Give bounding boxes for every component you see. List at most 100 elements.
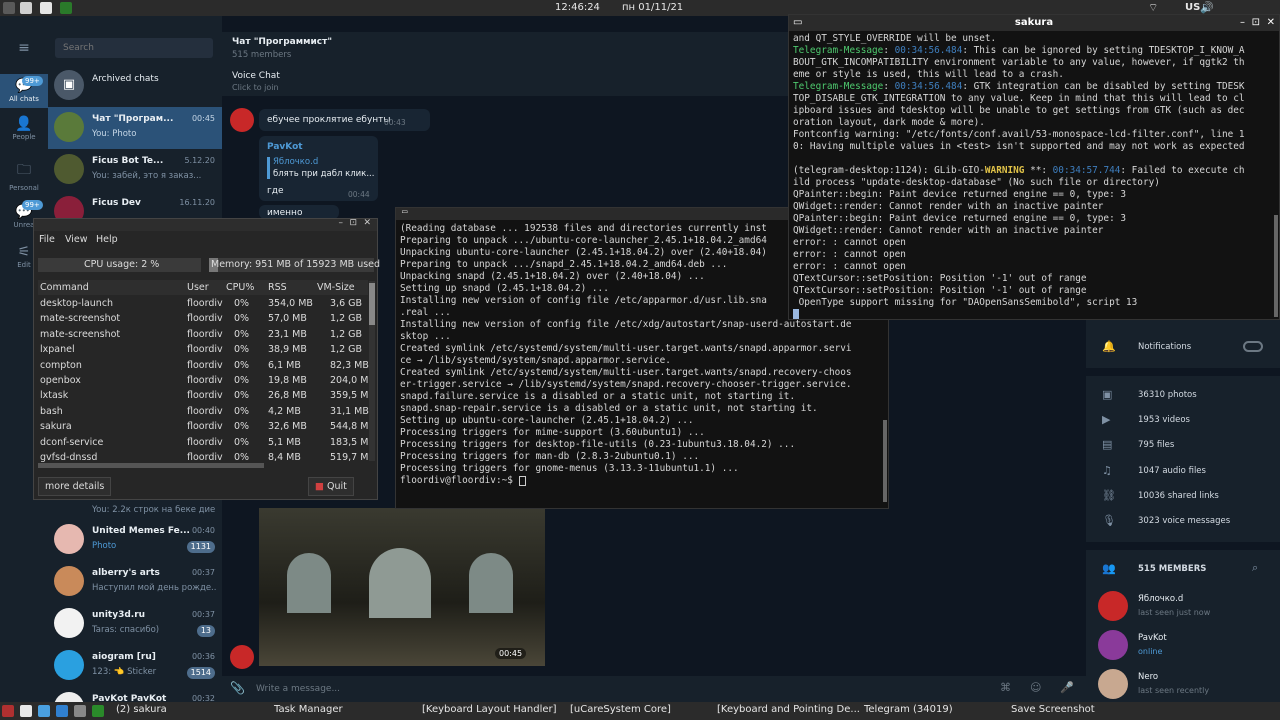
chat-item[interactable]: alberry's arts Наступил мой день рожде..… — [48, 561, 222, 603]
horizontal-scrollbar[interactable] — [38, 463, 264, 468]
task-ucare[interactable]: [uCareSystem Core] — [570, 704, 671, 715]
process-row[interactable]: mate-screenshot floordiv 0% 23,1 MB 1,2 GB — [38, 327, 368, 342]
avatar[interactable] — [230, 108, 254, 132]
terminal-output[interactable]: and QT_STYLE_OVERRIDE will be unset. Tel… — [793, 33, 1245, 323]
app-icon[interactable] — [56, 705, 68, 717]
commands-icon[interactable]: ⌘ — [1000, 681, 1011, 694]
process-row[interactable]: dconf-service floordiv 0% 5,1 MB 183,5 MB — [38, 435, 375, 450]
app-icon[interactable] — [74, 705, 86, 717]
avatar — [54, 154, 84, 184]
maximize-icon[interactable]: ⊡ — [349, 218, 357, 228]
process-cell: 1,2 GB — [330, 313, 363, 325]
task-task-manager[interactable]: Task Manager — [274, 704, 343, 715]
chat-title[interactable]: Чат "Программист" — [232, 37, 332, 47]
chat-item[interactable]: Чат "Програм... You: Photo 00:45 — [48, 107, 222, 149]
avatar[interactable] — [230, 645, 254, 669]
keyboard-layout[interactable]: US — [1185, 2, 1200, 13]
microphone-icon[interactable]: 🎤 — [1060, 681, 1074, 694]
chat-item[interactable]: PavKot PavKot 00:32 — [48, 687, 222, 702]
minimize-icon[interactable]: – — [339, 218, 344, 228]
attach-icon[interactable]: 📎 — [230, 681, 245, 695]
folder-people[interactable]: 👤 People — [0, 116, 48, 141]
terminal-prompt[interactable]: floordiv@floordiv:~$ — [400, 475, 526, 487]
process-row[interactable]: bash floordiv 0% 4,2 MB 31,1 MB — [38, 404, 369, 419]
titlebar[interactable]: sakura ▭ ✕ ⊡ – — [789, 15, 1279, 31]
hamburger-icon[interactable]: ≡ — [0, 40, 48, 56]
photo-message[interactable]: 00:45 — [259, 508, 545, 666]
message-input[interactable]: Write a message... — [256, 684, 340, 694]
process-cell: floordiv — [187, 436, 223, 448]
task-telegram[interactable]: Telegram (34019) — [864, 704, 953, 715]
avatar[interactable] — [1098, 669, 1128, 699]
task-keyboard-pointing[interactable]: [Keyboard and Pointing De... — [717, 704, 860, 715]
menu-icon[interactable] — [3, 2, 15, 14]
process-row[interactable]: compton floordiv 0% 6,1 MB 82,3 MB — [38, 358, 369, 373]
message-bubble[interactable]: именно — [259, 205, 339, 219]
media-audio[interactable]: ♫ 1047 audio files — [1086, 459, 1280, 484]
search-input[interactable] — [55, 38, 213, 58]
notifications-row[interactable]: 🔔 Notifications — [1086, 335, 1280, 360]
minimize-icon[interactable]: – — [1240, 15, 1245, 31]
message-bubble[interactable]: ебучее проклятие ебунты 00:43 — [259, 109, 430, 131]
terminal-output[interactable]: (Reading database ... 192538 files and d… — [400, 223, 852, 475]
media-videos[interactable]: ▶ 1953 videos — [1086, 408, 1280, 433]
files-icon[interactable] — [20, 2, 32, 14]
process-row[interactable]: lxpanel floordiv 0% 38,9 MB 1,2 GB — [38, 342, 368, 357]
chat-item[interactable]: United Memes Fe... Photo 00:40 1131 — [48, 519, 222, 561]
titlebar[interactable]: ✕ ⊡ – — [34, 218, 377, 231]
menu-help[interactable]: Help — [96, 234, 118, 245]
emoji-icon[interactable]: ☺ — [1030, 681, 1041, 694]
app-icon[interactable] — [20, 705, 32, 717]
scrollbar[interactable] — [369, 281, 375, 461]
terminal-icon: ▭ — [402, 207, 408, 217]
process-cell: lxpanel — [40, 344, 75, 356]
scrollbar[interactable] — [1274, 215, 1278, 317]
folder-personal[interactable]: 🗀 Personal — [0, 159, 48, 192]
process-row[interactable]: mate-screenshot floordiv 0% 57,0 MB 1,2 GB — [38, 311, 368, 326]
app-icon[interactable] — [92, 705, 104, 717]
folder-all-chats[interactable]: 💬 All chats 99+ — [0, 74, 48, 108]
process-row[interactable]: desktop-launch floordiv 0% 354,0 MB 3,6 GB — [38, 296, 368, 311]
avatar[interactable] — [1098, 591, 1128, 621]
voice-chat-bar[interactable]: Voice Chat — [232, 71, 280, 81]
chat-item-archived[interactable]: ▣ Archived chats — [48, 65, 222, 107]
app-icon[interactable] — [38, 705, 50, 717]
member-name[interactable]: Яблочко.d — [1138, 594, 1183, 604]
task-keyboard-layout[interactable]: [Keyboard Layout Handler] — [422, 704, 557, 715]
video-icon: ▶ — [1102, 413, 1111, 426]
menu-view[interactable]: View — [65, 234, 88, 245]
notifications-toggle[interactable] — [1243, 341, 1263, 352]
member-name[interactable]: PavKot — [1138, 633, 1167, 643]
more-details-button[interactable]: more details — [38, 477, 112, 496]
app-icon[interactable] — [2, 705, 14, 717]
media-links[interactable]: ⛓ 10036 shared links — [1086, 484, 1280, 509]
voice-chat-sub: Click to join — [232, 83, 279, 92]
process-cell: 19,8 MB — [268, 375, 307, 386]
process-row[interactable]: sakura floordiv 0% 32,6 MB 544,8 MB — [38, 419, 375, 434]
media-voice[interactable]: 🎙 3023 voice messages — [1086, 509, 1280, 534]
search-icon[interactable]: ⌕ — [1252, 561, 1258, 575]
scrollbar[interactable] — [883, 420, 887, 502]
window-icon[interactable] — [40, 2, 52, 14]
reply-bubble[interactable]: PavKot Яблочко.d блять при дабл клик... … — [259, 136, 378, 201]
maximize-icon[interactable]: ⊡ — [1252, 15, 1260, 31]
terminal-icon[interactable] — [60, 2, 72, 14]
wifi-icon[interactable]: ⌔ — [1148, 1, 1158, 15]
media-files[interactable]: ▤ 795 files — [1086, 433, 1280, 458]
task-save-screenshot[interactable]: Save Screenshot — [1011, 704, 1095, 715]
member-name[interactable]: Nero — [1138, 672, 1158, 682]
task-sakura[interactable]: (2) sakura — [116, 704, 167, 715]
volume-icon[interactable]: 🔊 — [1200, 1, 1214, 14]
chat-item[interactable]: unity3d.ru Taras: спасибо) 00:37 13 — [48, 603, 222, 645]
close-icon[interactable]: ✕ — [1267, 15, 1275, 31]
avatar[interactable] — [1098, 630, 1128, 660]
process-row[interactable]: lxtask floordiv 0% 26,8 MB 359,5 MB — [38, 388, 375, 403]
quit-button[interactable]: ■ Quit — [308, 477, 354, 496]
close-icon[interactable]: ✕ — [363, 218, 371, 228]
chat-item[interactable]: Ficus Bot Te... You: забей, это я заказ.… — [48, 149, 222, 191]
chat-item[interactable]: aiogram [ru] 123: 👈 Sticker 00:36 1514 — [48, 645, 222, 687]
process-row[interactable]: openbox floordiv 0% 19,8 MB 204,0 MB — [38, 373, 375, 388]
process-cell: 31,1 MB — [330, 405, 369, 417]
media-photos[interactable]: ▣ 36310 photos — [1086, 383, 1280, 408]
menu-file[interactable]: File — [39, 234, 55, 245]
